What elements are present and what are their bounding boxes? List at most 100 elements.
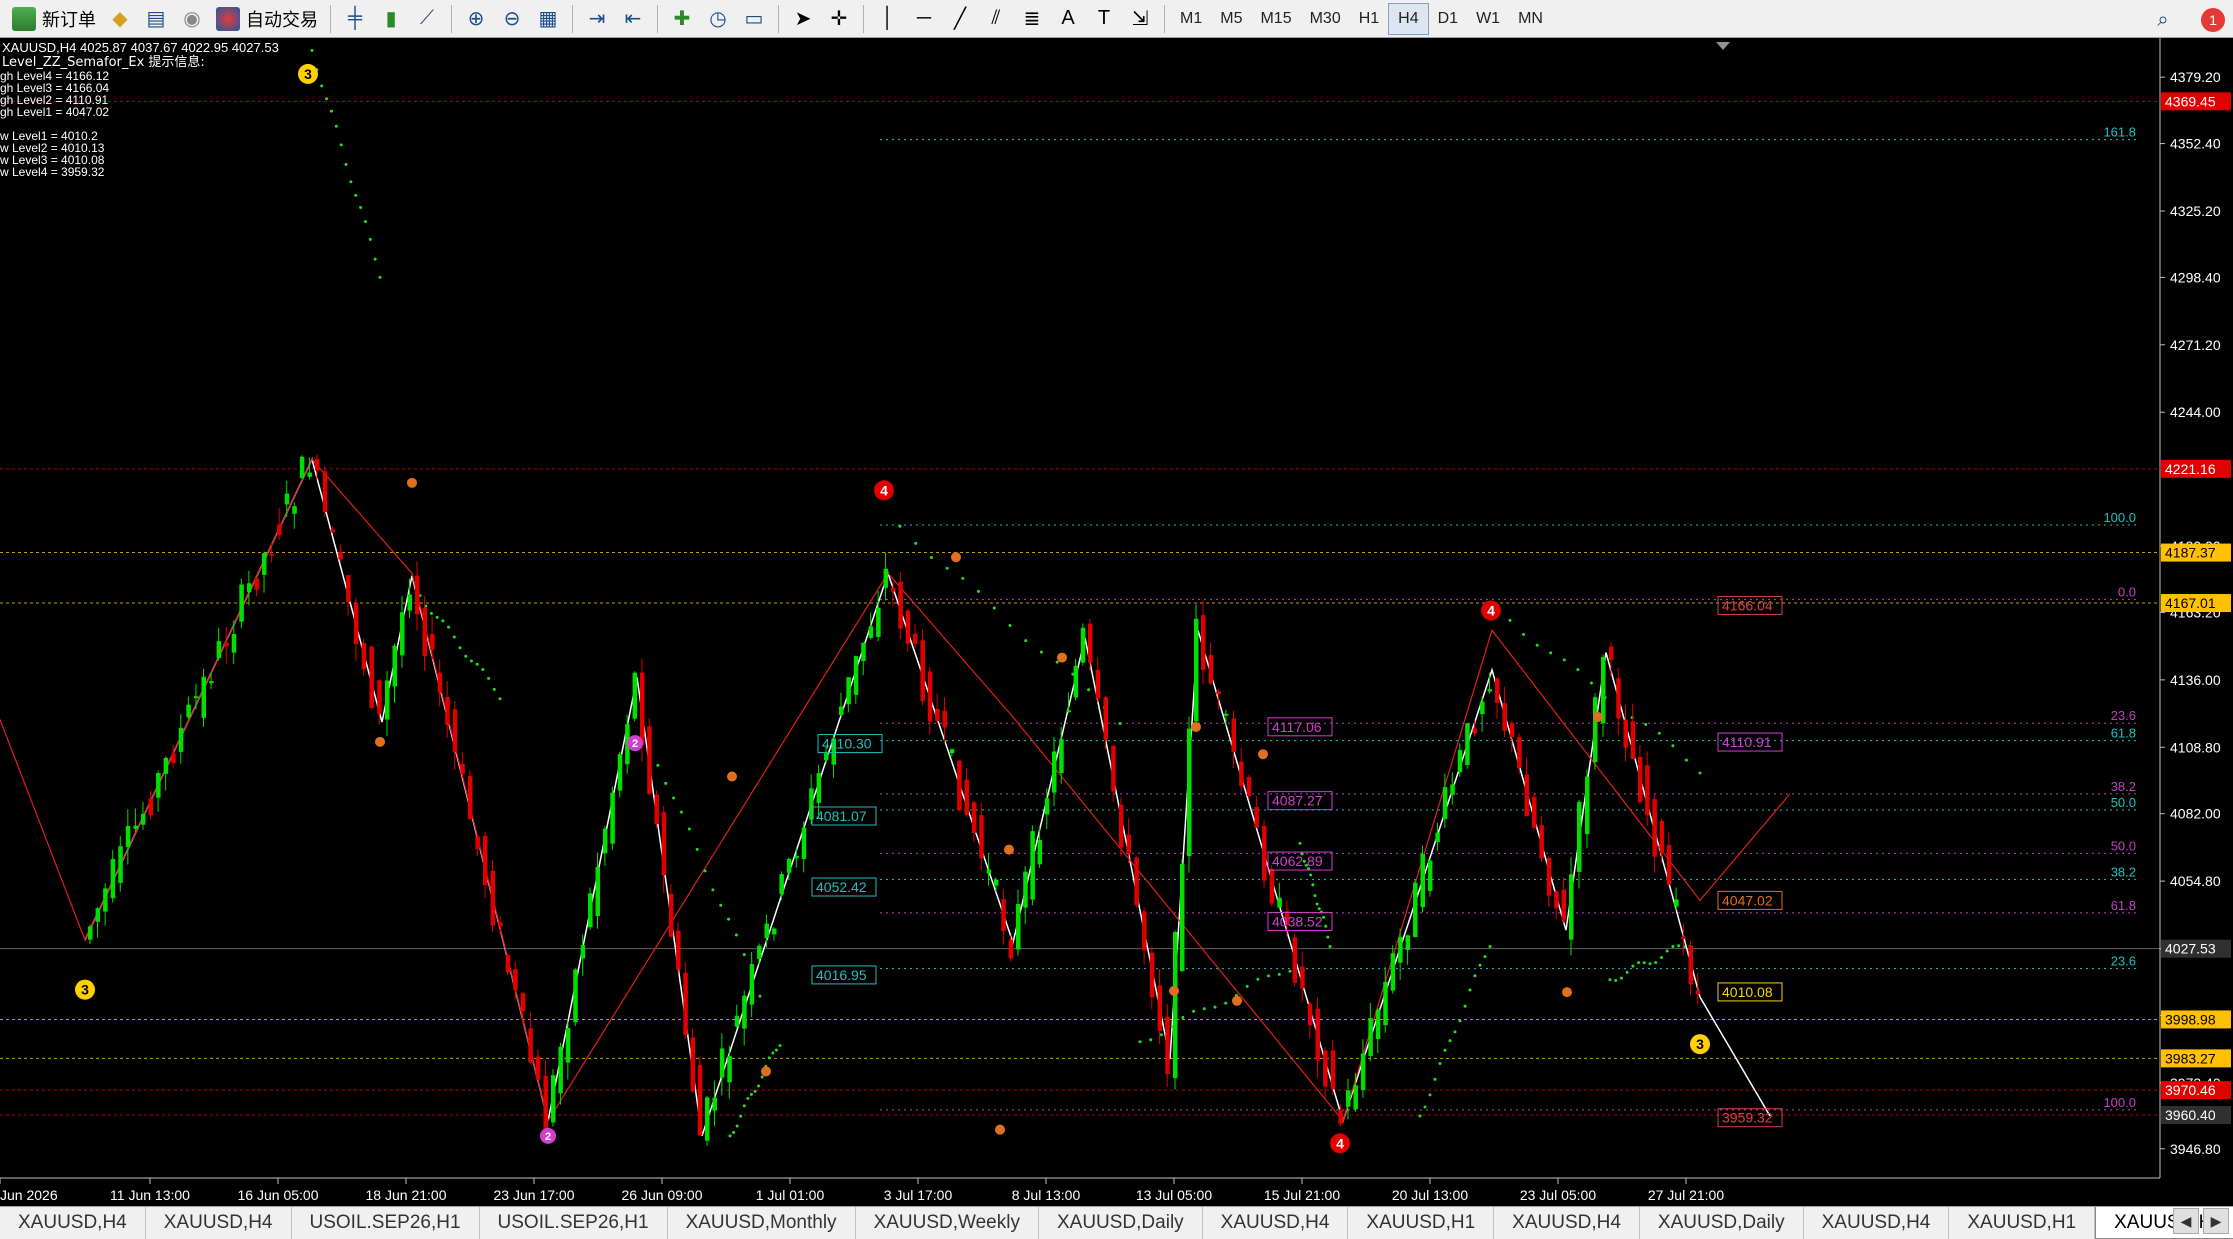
- trail-dot: [961, 576, 965, 580]
- chart-tab[interactable]: XAUUSD,Daily: [1640, 1207, 1804, 1239]
- timeframe-h4-button[interactable]: H4: [1388, 2, 1429, 35]
- trail-dot: [441, 619, 445, 623]
- fibonacci-icon[interactable]: ≣: [1014, 3, 1050, 35]
- candle-body: [712, 1097, 717, 1111]
- trail-dot: [760, 1075, 764, 1079]
- periods-icon[interactable]: ◷: [700, 3, 736, 35]
- strategy-tester-icon[interactable]: ▤: [138, 3, 174, 35]
- chart-tab[interactable]: XAUUSD,H1: [1949, 1207, 2096, 1239]
- chart-tab[interactable]: XAUUSD,Daily: [1039, 1207, 1203, 1239]
- chart-tab[interactable]: XAUUSD,H4: [0, 1207, 146, 1239]
- tile-windows-icon[interactable]: ▦: [530, 3, 566, 35]
- candle-body: [125, 825, 131, 848]
- timeframe-d1-button[interactable]: D1: [1429, 3, 1467, 35]
- candle-body: [1688, 945, 1694, 985]
- candle-body: [986, 869, 992, 874]
- horizontal-line-icon[interactable]: ─: [906, 3, 942, 35]
- candle-body: [505, 955, 511, 973]
- zoom-in-icon[interactable]: ⊕: [458, 3, 494, 35]
- zigzag-red: [0, 458, 1791, 1123]
- candle-body: [1008, 939, 1014, 959]
- candle-body: [1695, 990, 1701, 995]
- candle-body: [749, 964, 755, 1005]
- timeframe-m1-button[interactable]: M1: [1171, 3, 1211, 35]
- candle-body: [971, 802, 977, 833]
- chart-shift-icon[interactable]: ⇤: [615, 3, 651, 35]
- indicators-icon[interactable]: ✚: [664, 3, 700, 35]
- search-icon[interactable]: ⌕: [2145, 4, 2181, 36]
- arrows-icon[interactable]: ⇲: [1122, 3, 1158, 35]
- text-label-icon[interactable]: T: [1086, 3, 1122, 35]
- line-chart-icon[interactable]: ⟋: [409, 3, 445, 35]
- trail-dot: [734, 933, 738, 937]
- signals-icon[interactable]: ◉: [174, 3, 210, 35]
- candle-body: [239, 584, 244, 622]
- auto-scroll-icon[interactable]: ⇥: [579, 3, 615, 35]
- candle-body: [262, 553, 267, 575]
- candle-body: [140, 813, 146, 825]
- text-icon[interactable]: A: [1050, 3, 1086, 35]
- candle-body: [949, 749, 955, 754]
- chart-tab[interactable]: USOIL.SEP26,H1: [480, 1207, 668, 1239]
- new-order-button[interactable]: 新订单: [6, 3, 102, 35]
- candle-body: [1059, 739, 1064, 774]
- trendline-icon[interactable]: ╱: [942, 3, 978, 35]
- candlestick-chart-icon[interactable]: ▮: [373, 3, 409, 35]
- cursor-icon[interactable]: ➤: [785, 3, 821, 35]
- candle-body: [118, 846, 123, 883]
- candle-body: [1601, 656, 1606, 724]
- history-icon[interactable]: ◆: [102, 3, 138, 35]
- chart-tab[interactable]: XAUUSD,H4: [1804, 1207, 1950, 1239]
- candle-body: [513, 968, 518, 990]
- crosshair-icon[interactable]: ✛: [821, 3, 857, 35]
- semafor-marker: [761, 1066, 771, 1077]
- chart-tab[interactable]: XAUUSD,Weekly: [856, 1207, 1039, 1239]
- timeframe-h1-button[interactable]: H1: [1350, 3, 1388, 35]
- semafor-marker: [407, 477, 417, 488]
- chart-tab[interactable]: XAUUSD,H4: [146, 1207, 292, 1239]
- timeframe-mn-button[interactable]: MN: [1509, 3, 1552, 35]
- trail-dot: [373, 257, 377, 261]
- zoom-out-icon[interactable]: ⊖: [494, 3, 530, 35]
- notification-badge[interactable]: 1: [2201, 8, 2225, 32]
- chart-tab[interactable]: XAUUSD,H4: [1203, 1207, 1349, 1239]
- bar-chart-icon[interactable]: ╪: [337, 3, 373, 35]
- zigzag-white: [84, 457, 1701, 1137]
- trail-dot: [1657, 731, 1661, 735]
- semafor-label: 3: [304, 66, 312, 82]
- price-tag-label: 4027.53: [2165, 941, 2216, 957]
- toolbar-divider: [863, 4, 864, 33]
- timeframe-w1-button[interactable]: W1: [1467, 3, 1509, 35]
- timeframe-m5-button[interactable]: M5: [1211, 3, 1251, 35]
- chart-tab[interactable]: XAUUSD,H4: [1494, 1207, 1640, 1239]
- trail-dot: [749, 1092, 753, 1096]
- templates-icon[interactable]: ▭: [736, 3, 772, 35]
- price-chart[interactable]: 161.8100.00.023.661.838.250.050.038.261.…: [0, 38, 2233, 1206]
- tab-scroll-left-icon[interactable]: ◀: [2173, 1208, 2199, 1234]
- candle-body: [757, 945, 762, 959]
- trail-dot: [1298, 841, 1302, 845]
- trail-dot: [349, 180, 353, 184]
- trail-dot: [1256, 977, 1260, 981]
- trail-dot: [1631, 964, 1635, 968]
- trail-dot: [727, 917, 731, 921]
- trail-dot: [1224, 1001, 1228, 1005]
- equidistant-channel-icon[interactable]: ⫽: [978, 3, 1014, 35]
- timeframe-m15-button[interactable]: M15: [1251, 3, 1300, 35]
- trail-dot: [378, 275, 382, 279]
- candle-body: [1472, 728, 1478, 734]
- chart-tab[interactable]: XAUUSD,H1: [1348, 1207, 1495, 1239]
- candle-body: [292, 506, 297, 514]
- trail-dot: [711, 888, 715, 892]
- candle-body: [156, 773, 161, 798]
- chart-tab[interactable]: USOIL.SEP26,H1: [292, 1207, 480, 1239]
- candle-body: [1569, 874, 1574, 940]
- tab-scroll-right-icon[interactable]: ▶: [2203, 1208, 2229, 1234]
- trail-dot: [359, 206, 363, 210]
- auto-trade-button[interactable]: 自动交易: [210, 3, 324, 35]
- timeframe-m30-button[interactable]: M30: [1301, 3, 1350, 35]
- semafor-label: 2: [545, 1131, 551, 1143]
- semafor-marker: [1258, 749, 1268, 760]
- chart-tab[interactable]: XAUUSD,Monthly: [668, 1207, 856, 1239]
- vertical-line-icon[interactable]: │: [870, 3, 906, 35]
